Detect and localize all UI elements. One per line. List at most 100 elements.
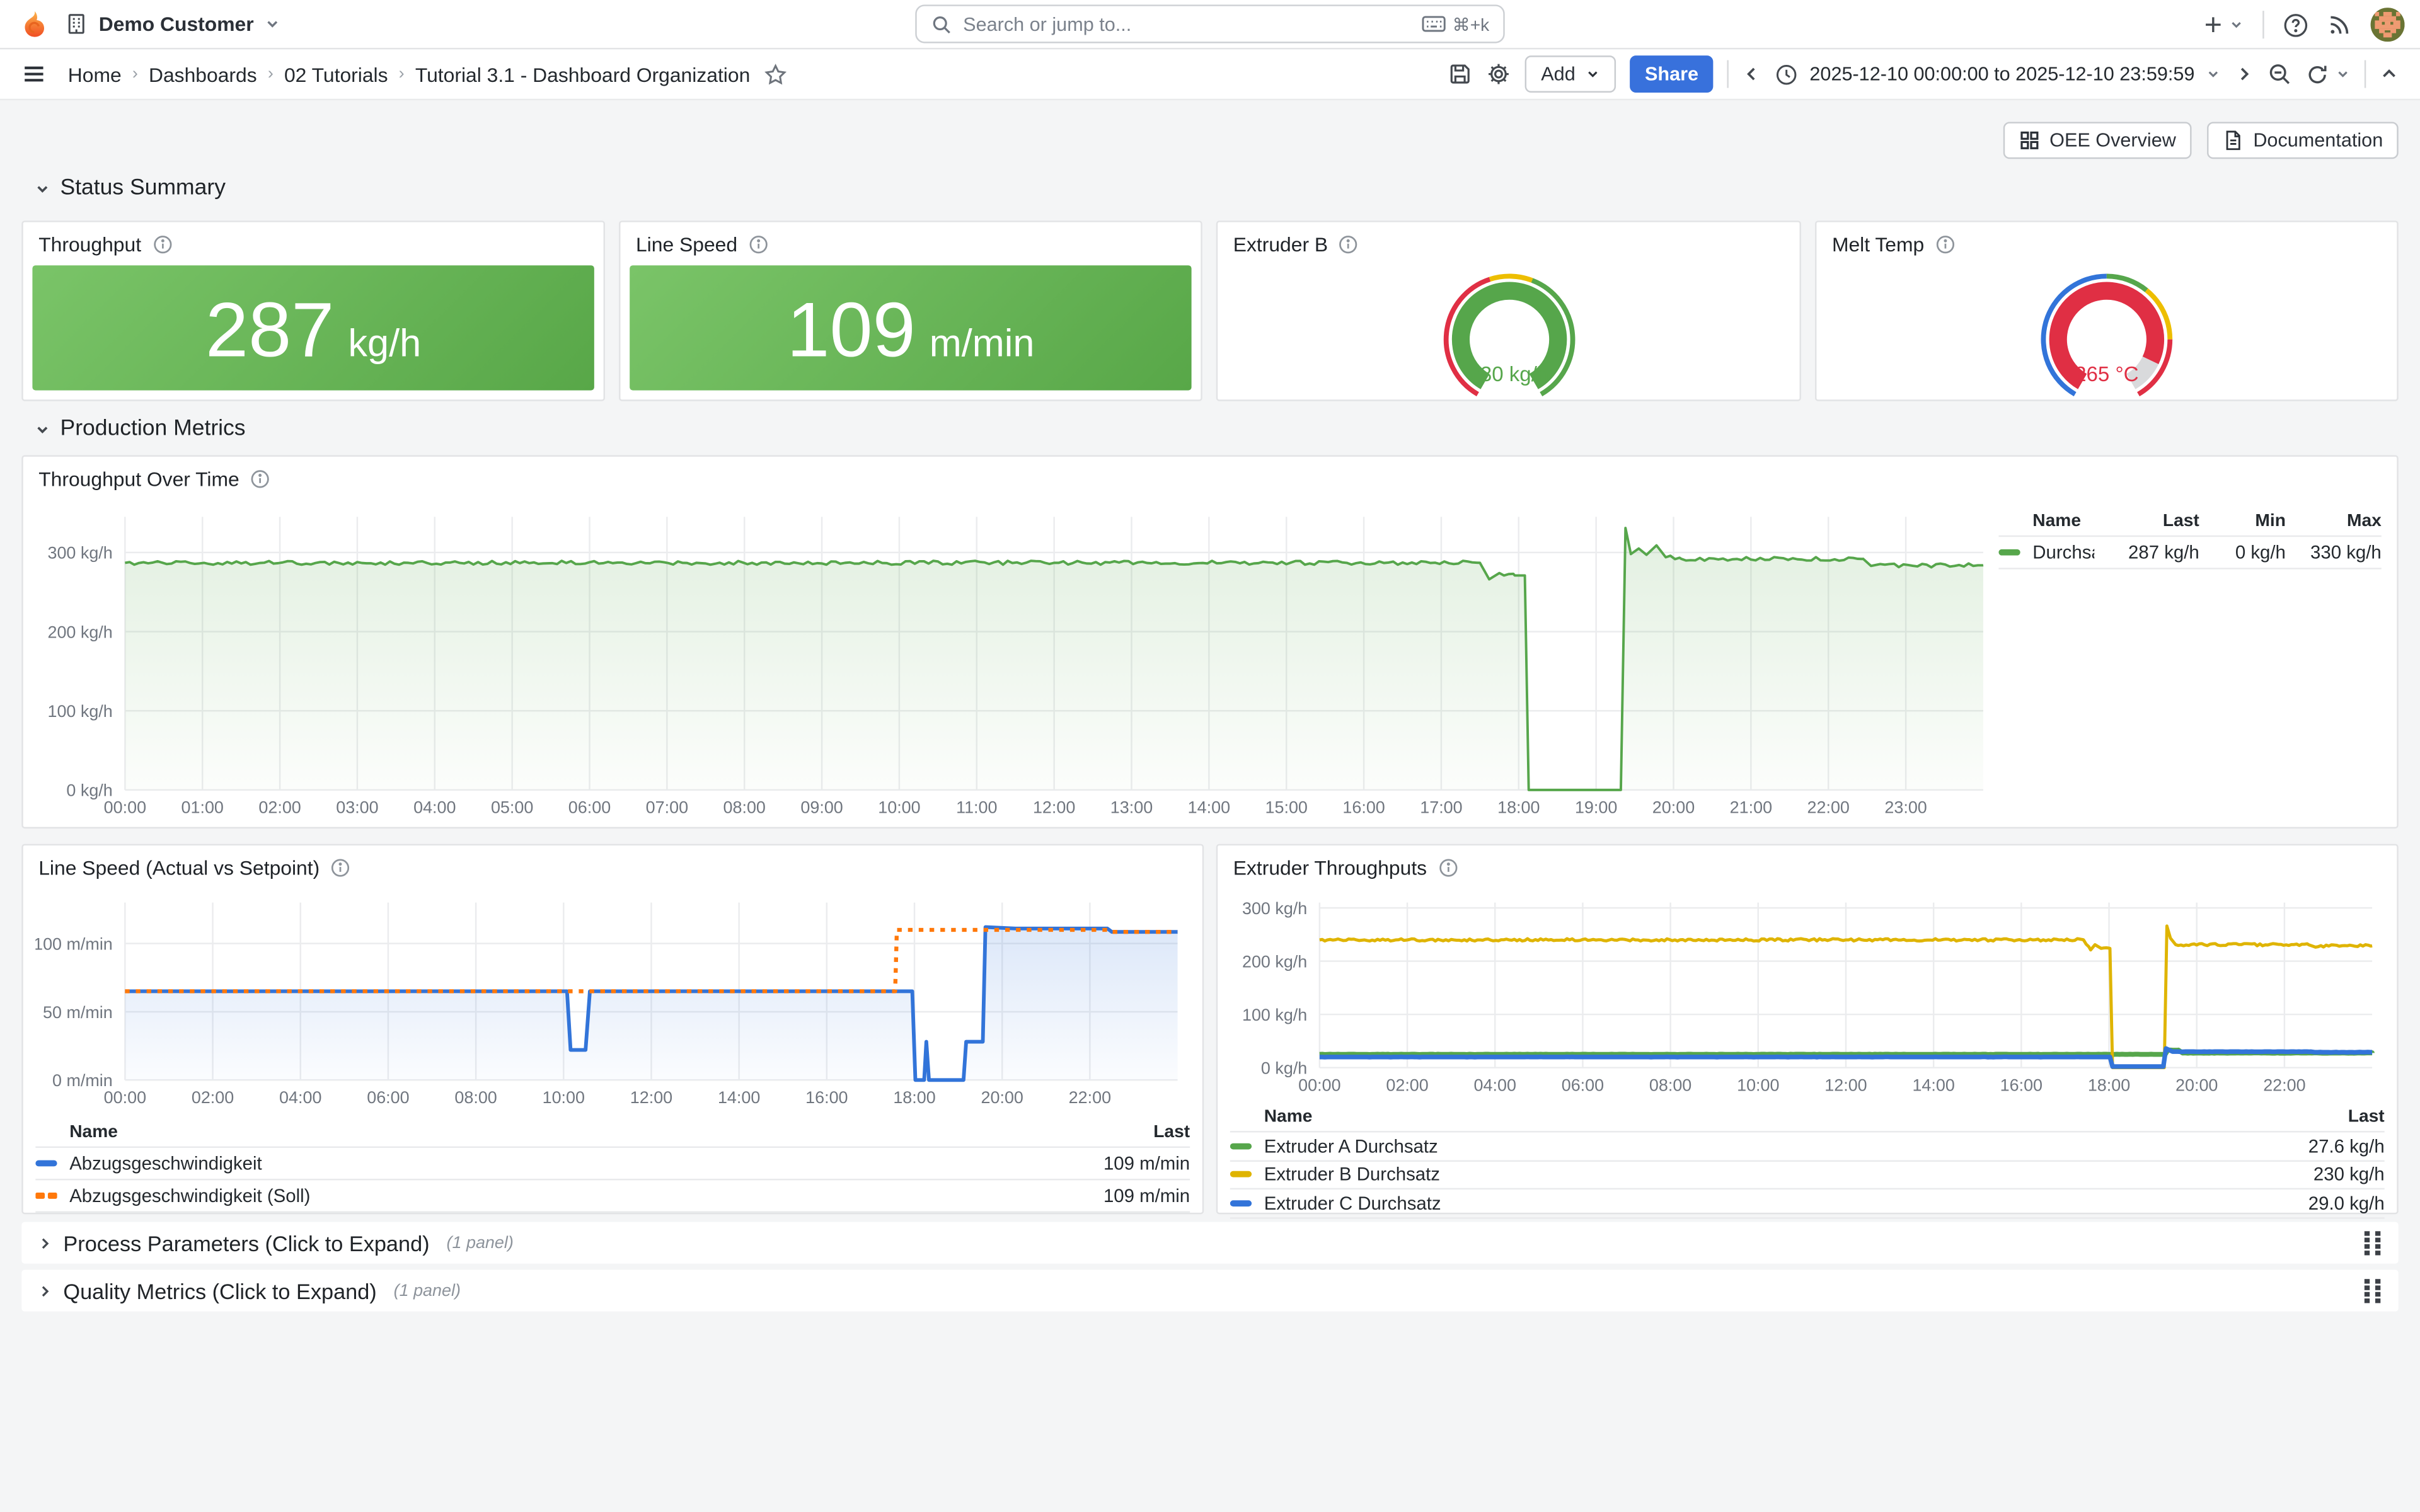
- add-new-button[interactable]: [2203, 14, 2244, 35]
- time-series-plot[interactable]: 00:0001:0002:0003:0004:0005:0006:0007:00…: [35, 506, 1998, 821]
- time-series-plot[interactable]: 00:0002:0004:0006:0008:0010:0012:0014:00…: [1230, 892, 2388, 1099]
- documentation-link[interactable]: Documentation: [2207, 122, 2399, 159]
- dashboard-toolbar: Home›Dashboards›02 Tutorials›Tutorial 3.…: [0, 49, 2420, 100]
- info-icon[interactable]: [1438, 857, 1458, 877]
- panel-extruder-b-gauge: Extruder B 230 kg/h: [1216, 220, 1801, 401]
- x-axis-label: 09:00: [800, 798, 843, 817]
- chevron-down-icon: [34, 180, 51, 197]
- legend-series-name[interactable]: Durchsatz: [2032, 542, 2094, 563]
- x-axis-label: 14:00: [1188, 798, 1230, 817]
- row-title: Process Parameters (Click to Expand): [63, 1230, 429, 1255]
- x-axis-label: 00:00: [104, 798, 146, 817]
- x-axis-label: 13:00: [1110, 798, 1153, 817]
- row-process-parameters[interactable]: Process Parameters (Click to Expand) (1 …: [21, 1222, 2398, 1264]
- breadcrumb-item[interactable]: Tutorial 3.1 - Dashboard Organization: [415, 62, 751, 86]
- save-dashboard-icon[interactable]: [1448, 62, 1473, 86]
- collapse-topbar-icon[interactable]: [2380, 65, 2398, 83]
- breadcrumb-item[interactable]: 02 Tutorials: [284, 62, 388, 86]
- legend-col-last[interactable]: Last: [2094, 512, 2199, 530]
- breadcrumb-item[interactable]: Dashboards: [149, 62, 257, 86]
- panel-throughput-stat: Throughput 287 kg/h: [21, 220, 605, 401]
- x-axis-label: 06:00: [568, 798, 611, 817]
- info-icon[interactable]: [250, 468, 270, 488]
- legend-series-name[interactable]: Extruder B Durchsatz: [1264, 1164, 1440, 1185]
- drag-handle-icon[interactable]: [2363, 1278, 2383, 1304]
- legend-series-name[interactable]: Extruder C Durchsatz: [1264, 1192, 1441, 1213]
- x-axis-label: 06:00: [1562, 1075, 1604, 1094]
- search-icon: [931, 13, 952, 35]
- time-series-plot[interactable]: 00:0002:0004:0006:0008:0010:0012:0014:00…: [35, 892, 1193, 1111]
- settings-gear-icon[interactable]: [1487, 62, 1512, 86]
- drag-handle-icon[interactable]: [2363, 1230, 2383, 1256]
- section-status-summary[interactable]: Status Summary: [34, 176, 226, 200]
- add-panel-button[interactable]: Add: [1526, 55, 1616, 93]
- panel-title: Extruder B: [1233, 232, 1328, 256]
- org-switcher[interactable]: Demo Customer: [65, 13, 282, 36]
- panel-title: Throughput Over Time: [38, 467, 239, 490]
- x-axis-label: 05:00: [491, 798, 533, 817]
- divider: [1728, 60, 1729, 88]
- divider: [2262, 11, 2264, 38]
- stat-value-area[interactable]: 109 m/min: [630, 265, 1191, 390]
- panel-throughput-over-time: Throughput Over Time 00:0001:0002:0003:0…: [21, 455, 2398, 828]
- x-axis-label: 02:00: [258, 798, 301, 817]
- legend-col-last[interactable]: Last: [2215, 1107, 2384, 1125]
- panel-extruder-throughputs: Extruder Throughputs 00:0002:0004:0006:0…: [1216, 844, 2399, 1215]
- keyboard-icon: [1422, 14, 1446, 34]
- user-avatar[interactable]: [2371, 8, 2405, 42]
- search-input[interactable]: Search or jump to... ⌘+k: [915, 4, 1505, 43]
- legend-series-name[interactable]: Abzugsgeschwindigkeit: [69, 1152, 262, 1174]
- zoom-out-icon[interactable]: [2267, 62, 2292, 86]
- chevron-down-icon: [265, 15, 282, 32]
- legend-col-name[interactable]: Name: [1998, 512, 2094, 530]
- info-icon[interactable]: [152, 234, 172, 254]
- legend-header: NameLast: [1230, 1102, 2385, 1133]
- x-axis-label: 18:00: [1497, 798, 1540, 817]
- x-axis-label: 10:00: [878, 798, 920, 817]
- x-axis-label: 04:00: [279, 1088, 321, 1107]
- legend-series-name[interactable]: Abzugsgeschwindigkeit (Soll): [69, 1185, 310, 1206]
- time-range-picker[interactable]: 2025-12-10 00:00:00 to 2025-12-10 23:59:…: [1776, 62, 2221, 86]
- legend-col-name[interactable]: Name: [1230, 1107, 2215, 1125]
- info-icon[interactable]: [1935, 234, 1955, 254]
- legend-col-max[interactable]: Max: [2286, 512, 2382, 530]
- menu-icon[interactable]: [21, 62, 46, 86]
- legend-col-last[interactable]: Last: [1020, 1123, 1190, 1141]
- time-forward-icon[interactable]: [2235, 65, 2253, 83]
- y-axis-label: 300 kg/h: [1242, 899, 1307, 918]
- news-rss-icon[interactable]: [2327, 13, 2352, 37]
- share-button[interactable]: Share: [1629, 55, 1714, 93]
- x-axis-label: 14:00: [1912, 1075, 1954, 1094]
- help-icon[interactable]: [2283, 11, 2309, 38]
- section-production-metrics[interactable]: Production Metrics: [34, 416, 246, 441]
- info-icon[interactable]: [1339, 234, 1359, 254]
- oee-overview-link[interactable]: OEE Overview: [2003, 122, 2192, 159]
- time-back-icon[interactable]: [1743, 65, 1761, 83]
- x-axis-label: 22:00: [1807, 798, 1850, 817]
- breadcrumb-item[interactable]: Home: [68, 62, 122, 86]
- legend-col-min[interactable]: Min: [2199, 512, 2286, 530]
- panel-melt-temp-gauge: Melt Temp 265 °C: [1815, 220, 2399, 401]
- legend-col-name[interactable]: Name: [35, 1123, 1020, 1141]
- legend-value: 109 m/min: [1020, 1152, 1190, 1174]
- info-icon[interactable]: [748, 234, 768, 254]
- gauge[interactable]: 265 °C: [2014, 269, 2199, 396]
- x-axis-label: 03:00: [336, 798, 378, 817]
- refresh-icon[interactable]: [2306, 62, 2351, 86]
- documentation-label: Documentation: [2253, 130, 2383, 151]
- x-axis-label: 11:00: [956, 798, 997, 817]
- panel-linespeed-stat: Line Speed 109 m/min: [619, 220, 1202, 401]
- legend-value: 0 kg/h: [2199, 542, 2286, 563]
- grafana-logo-icon[interactable]: [18, 8, 49, 39]
- legend-table: NameLastMinMaxDurchsatz287 kg/h0 kg/h330…: [1998, 506, 2381, 569]
- legend-value: 109 m/min: [1020, 1185, 1190, 1206]
- stat-value-area[interactable]: 287 kg/h: [32, 265, 594, 390]
- legend-series-name[interactable]: Extruder A Durchsatz: [1264, 1135, 1438, 1157]
- favorite-star-icon[interactable]: [764, 62, 787, 86]
- stat-unit: m/min: [930, 323, 1035, 367]
- y-axis-label: 50 m/min: [43, 1003, 113, 1022]
- info-icon[interactable]: [330, 857, 350, 877]
- row-quality-metrics[interactable]: Quality Metrics (Click to Expand) (1 pan…: [21, 1270, 2398, 1312]
- gauge[interactable]: 230 kg/h: [1416, 269, 1601, 396]
- section-title: Production Metrics: [60, 416, 246, 441]
